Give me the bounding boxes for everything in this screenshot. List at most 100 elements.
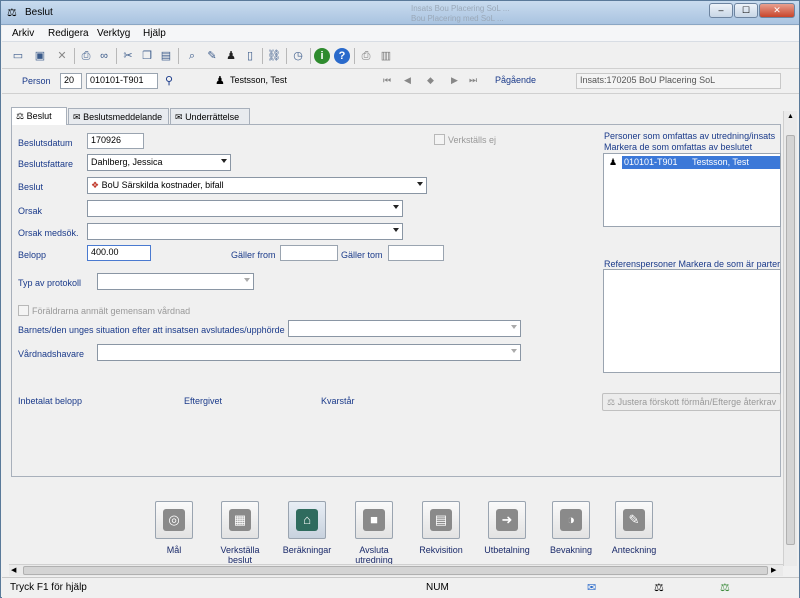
orsak-medsok-label: Orsak medsök.	[18, 228, 79, 238]
rekvisition-button[interactable]: ▤	[422, 501, 460, 539]
personer-list[interactable]: 010101-T901 Testsson, Test ♟	[603, 153, 781, 227]
beslutsfattare-label: Beslutsfattare	[18, 159, 74, 169]
galler-tom-field[interactable]	[388, 245, 444, 261]
beslutsdatum-field[interactable]: 170926	[87, 133, 144, 149]
copy-icon[interactable]: ❐	[139, 48, 155, 64]
chart-icon[interactable]: ▥	[378, 48, 394, 64]
envelope-icon: ✉	[73, 112, 81, 122]
first-record-icon[interactable]: ⏮	[383, 75, 391, 86]
verkstalls-ej-checkbox[interactable]	[434, 134, 445, 145]
menu-arkiv[interactable]: Arkiv	[12, 28, 34, 39]
utbetalning-button[interactable]: ➜	[488, 501, 526, 539]
menu-verktyg[interactable]: Verktyg	[97, 28, 130, 39]
menu-redigera[interactable]: Redigera	[48, 28, 89, 39]
scroll-left-icon[interactable]: ◀	[11, 566, 16, 574]
watch-icon: ◑	[560, 509, 582, 531]
beslut-select[interactable]: ❖ BoU Särskilda kostnader, bifall	[87, 177, 427, 194]
list-item-person-name: Testsson, Test	[692, 157, 749, 167]
center-record-icon[interactable]: ◆	[427, 75, 434, 86]
person-id-field[interactable]: 010101-T901	[86, 73, 158, 89]
info-icon[interactable]: i	[314, 48, 330, 64]
timer-icon[interactable]: ◷	[290, 48, 306, 64]
chevron-down-icon	[393, 228, 399, 232]
target-icon: ◎	[163, 509, 185, 531]
beslutsfattare-select[interactable]: Dahlberg, Jessica	[87, 154, 231, 171]
last-record-icon[interactable]: ⏭	[469, 75, 477, 86]
person-name: Testsson, Test	[230, 75, 287, 85]
menu-hjalp[interactable]: Hjälp	[143, 28, 166, 39]
anteckning-button[interactable]: ✎	[615, 501, 653, 539]
prev-record-icon[interactable]: ◀	[404, 75, 411, 86]
printer-icon[interactable]: ⎙	[358, 48, 374, 64]
cut-icon[interactable]: ✂	[120, 48, 136, 64]
tab-underrattelse-label: Underrättelse	[185, 112, 240, 122]
bevakning-button[interactable]: ◑	[552, 501, 590, 539]
belopp-field[interactable]: 400.00	[87, 245, 151, 261]
save-icon[interactable]: ▣	[32, 48, 48, 64]
barnets-situation-label: Barnets/den unges situation efter att in…	[18, 325, 285, 335]
bevakning-label: Bevakning	[549, 545, 593, 555]
next-record-icon[interactable]: ▶	[451, 75, 458, 86]
person-icon[interactable]: ♟	[223, 48, 239, 64]
toolbar: ▭ ▣ ✕ ⎙ ∞ ✂ ❐ ▤ ⌕ ✎ ♟ ▯ ⛓ ◷ i ? ⎙ ▥	[2, 43, 799, 69]
minimize-button[interactable]: –	[709, 3, 733, 18]
pin-icon[interactable]: ✎	[204, 48, 220, 64]
window-title: Beslut	[25, 7, 53, 18]
scroll-up-icon[interactable]: ▲	[787, 113, 794, 120]
tab-underrattelse[interactable]: ✉ Underrättelse	[170, 108, 250, 125]
foraldrarna-label: Föräldrarna anmält gemensam vårdnad	[32, 306, 191, 316]
horizontal-scrollbar[interactable]: ◀ ▶	[9, 564, 783, 576]
gavel-icon: ⚖	[654, 582, 664, 594]
scroll-thumb[interactable]	[786, 135, 795, 545]
gavel-icon: ⚖	[16, 111, 25, 121]
eftergivet-label: Eftergivet	[184, 396, 223, 406]
close-button[interactable]: ✕	[759, 3, 795, 18]
tab-beslutsmeddelande[interactable]: ✉ Beslutsmeddelande	[68, 108, 169, 125]
scroll-right-icon[interactable]: ▶	[771, 566, 776, 574]
person-icon: ♟	[609, 157, 618, 167]
menu-bar: Arkiv Redigera Verktyg Hjälp	[2, 26, 799, 42]
scroll-thumb[interactable]	[23, 566, 768, 575]
orsak-medsok-select[interactable]	[87, 223, 403, 240]
typ-protokoll-select	[97, 273, 254, 290]
person-label: Person	[22, 76, 51, 86]
person-number-field[interactable]: 20	[60, 73, 82, 89]
mal-button[interactable]: ◎	[155, 501, 193, 539]
orsak-select[interactable]	[87, 200, 403, 217]
beslutsfattare-value: Dahlberg, Jessica	[91, 157, 163, 167]
maximize-button[interactable]: ☐	[734, 3, 758, 18]
berakningar-label: Beräkningar	[282, 545, 332, 555]
background-ghost-text-1: Insats Bou Placering SoL ...	[411, 4, 510, 13]
new-icon[interactable]: ▭	[10, 48, 26, 64]
avsluta-utredning-label: Avsluta utredning	[355, 545, 393, 565]
link-icon[interactable]: ⛓	[266, 48, 282, 64]
chevron-down-icon	[244, 278, 250, 282]
tab-beslutsmeddelande-label: Beslutsmeddelande	[83, 112, 163, 122]
referens-list[interactable]	[603, 269, 781, 373]
delete-icon[interactable]: ✕	[54, 48, 70, 64]
binoculars-icon[interactable]: ∞	[96, 48, 112, 64]
berakningar-button[interactable]: ⌂	[288, 501, 326, 539]
justera-button-label: Justera förskott förmån/Efterge återkrav	[617, 397, 777, 407]
avsluta-utredning-button[interactable]: ■	[355, 501, 393, 539]
chevron-down-icon	[511, 349, 517, 353]
tab-beslut[interactable]: ⚖ Beslut	[11, 107, 67, 125]
verkstalla-beslut-button[interactable]: ▦	[221, 501, 259, 539]
person-search-icon[interactable]: ⚲	[165, 74, 173, 87]
status-label: Pågående	[495, 75, 537, 85]
galler-from-field[interactable]	[280, 245, 338, 261]
document-icon[interactable]: ▯	[242, 48, 258, 64]
status-help-text: Tryck F1 för hjälp	[10, 582, 87, 593]
list-item[interactable]: 010101-T901 Testsson, Test	[622, 156, 780, 169]
insats-field: Insats:170205 BoU Placering SoL	[576, 73, 781, 89]
preview-icon[interactable]: ⌕	[184, 48, 200, 64]
vertical-scrollbar[interactable]: ▲	[783, 111, 797, 566]
person-bar: Person 20 010101-T901 ⚲ ♟ Testsson, Test…	[2, 70, 799, 94]
print-icon[interactable]: ⎙	[78, 48, 94, 64]
rekvisition-label: Rekvisition	[419, 545, 463, 555]
paste-icon[interactable]: ▤	[158, 48, 174, 64]
help-icon[interactable]: ?	[334, 48, 350, 64]
stop-icon: ■	[363, 509, 385, 531]
personer-subtitle: Markera de som omfattas av beslutet	[604, 142, 753, 152]
person-figure-icon: ♟	[215, 75, 225, 87]
